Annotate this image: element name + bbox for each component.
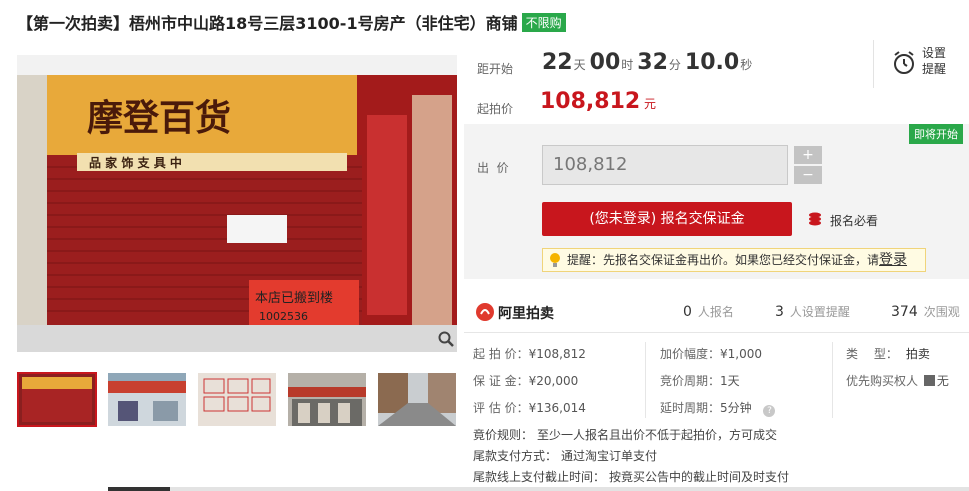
reminder-line-2: 提醒 — [922, 62, 947, 76]
decrease-bid-button[interactable]: − — [794, 166, 822, 184]
reminder-line-1: 设置 — [922, 46, 947, 60]
detail-increment-value: ¥1,000 — [720, 347, 763, 361]
set-reminder-button[interactable]: 设置 提醒 — [873, 40, 969, 88]
rule-bidding: 竟价规则： 至少一人报名且出价不低于起拍价，方可成交 — [473, 426, 777, 443]
auction-info-header: 阿里拍卖 0 人报名 3 人设置提醒 374 次围观 — [464, 292, 969, 333]
detail-cycle: 竞价周期：1天 — [660, 372, 740, 389]
reminder-count: 3 人设置提醒 — [775, 303, 850, 320]
rule-final-payment: 尾款支付方式： 通过淘宝订单支付 — [473, 447, 657, 464]
zoom-search-icon[interactable] — [437, 330, 455, 348]
detail-delay: 延时周期：5分钟 ? — [660, 399, 776, 417]
view-count-label: 次围观 — [923, 305, 960, 319]
start-price-label: 起拍价 — [477, 102, 514, 116]
detail-type-value: 拍卖 — [905, 347, 930, 361]
detail-appraisal: 评 估 价：¥136,014 — [473, 399, 586, 416]
auction-title-text: 【第一次拍卖】梧州市中山路18号三层3100-1号房产（非住宅）商铺 — [17, 14, 518, 33]
notice-phone: 1002536 — [259, 310, 308, 323]
horizontal-scrollbar-thumb[interactable] — [108, 487, 170, 491]
detail-type: 类 型： 拍卖 — [846, 345, 930, 362]
detail-delay-label: 延时周期： — [660, 401, 721, 415]
detail-type-label: 类 型： — [846, 347, 898, 361]
lightbulb-icon — [548, 252, 562, 275]
view-count-value: 374 — [891, 304, 918, 320]
detail-delay-value: 5分钟 — [720, 401, 752, 415]
start-price: 108,812 元 — [540, 89, 656, 114]
thumbnail-4[interactable] — [288, 373, 366, 426]
countdown-label: 距开始 — [477, 62, 514, 76]
status-badge: 即将开始 — [909, 124, 963, 144]
login-link[interactable]: 登录 — [879, 252, 907, 268]
notice-text: 本店已搬到楼 — [255, 291, 333, 306]
reminder-count-label: 人设置提醒 — [789, 305, 850, 319]
thumbnail-5[interactable] — [378, 373, 456, 426]
countdown-hours: 00 — [589, 50, 621, 75]
platform-name: 阿里拍卖 — [498, 306, 554, 322]
detail-increment: 加价幅度：¥1,000 — [660, 345, 762, 362]
shop-sign-subtext: 品 家 饰 支 具 中 — [89, 155, 182, 170]
rule-bidding-label: 竟价规则： — [473, 428, 534, 442]
detail-increment-label: 加价幅度： — [660, 347, 721, 361]
alarm-clock-icon — [892, 50, 916, 79]
rule-deadline-label: 尾款线上支付截止时间： — [473, 470, 606, 484]
no-purchase-limit-badge: 不限购 — [521, 13, 566, 32]
rule-final-payment-label: 尾款支付方式： — [473, 449, 558, 463]
detail-start-price-value: ¥108,812 — [528, 347, 586, 361]
bid-label: 出 价 — [477, 161, 509, 175]
detail-priority-label: 优先购买权人 — [846, 374, 919, 388]
bid-amount-input[interactable]: 108,812 — [542, 145, 788, 185]
detail-deposit: 保 证 金：¥20,000 — [473, 372, 578, 389]
detail-priority-value: 无 — [936, 374, 949, 388]
view-count: 374 次围观 — [891, 303, 960, 320]
countdown-timer: 22天 00时 32分 10.0秒 — [542, 50, 756, 75]
countdown-seconds-unit: 秒 — [740, 58, 753, 72]
detail-deposit-label: 保 证 金： — [473, 374, 529, 388]
help-question-icon[interactable]: ? — [763, 405, 776, 417]
signup-count-label: 人报名 — [697, 305, 734, 319]
deposit-reminder-tip: 提醒：先报名交保证金再出价。如果您已经交付保证金，请登录 — [542, 248, 926, 272]
thumbnail-3[interactable] — [198, 373, 276, 426]
countdown-hours-unit: 时 — [621, 58, 634, 72]
page-title: 【第一次拍卖】梧州市中山路18号三层3100-1号房产（非住宅）商铺 不限购 — [17, 10, 566, 34]
thumbnail-2[interactable] — [108, 373, 186, 426]
detail-appraisal-label: 评 估 价： — [473, 401, 529, 415]
horizontal-scrollbar-track[interactable] — [108, 487, 969, 491]
divider — [645, 342, 646, 418]
register-deposit-button[interactable]: (您未登录) 报名交保证金 — [542, 202, 792, 236]
tip-text: 提醒：先报名交保证金再出价。如果您已经交付保证金，请 — [567, 253, 880, 267]
rule-deadline-text: 按竟买公告中的截止时间及时支付 — [609, 470, 790, 484]
reminder-count-value: 3 — [775, 304, 784, 320]
countdown-minutes: 32 — [637, 50, 668, 75]
start-price-unit: 元 — [644, 97, 657, 111]
detail-cycle-value: 1天 — [720, 374, 740, 388]
signup-count: 0 人报名 — [683, 303, 734, 320]
detail-appraisal-value: ¥136,014 — [528, 401, 586, 415]
detail-start-price: 起 拍 价：¥108,812 — [473, 345, 586, 362]
divider — [832, 342, 833, 418]
detail-cycle-label: 竞价周期： — [660, 374, 721, 388]
countdown-days-unit: 天 — [573, 58, 586, 72]
info-square-icon[interactable] — [923, 375, 935, 386]
increase-bid-button[interactable]: + — [794, 146, 822, 164]
coins-icon — [808, 211, 826, 230]
countdown-minutes-unit: 分 — [668, 58, 681, 72]
detail-start-price-label: 起 拍 价： — [473, 347, 529, 361]
thumbnail-1[interactable] — [17, 372, 97, 427]
countdown-days: 22 — [542, 50, 573, 75]
registration-guide-link[interactable]: 报名必看 — [830, 212, 878, 229]
detail-deposit-value: ¥20,000 — [528, 374, 579, 388]
ali-auction-logo-icon — [475, 302, 495, 325]
signup-count-value: 0 — [683, 304, 692, 320]
rule-bidding-text: 至少一人报名且出价不低于起拍价，方可成交 — [537, 428, 778, 442]
shop-sign-text: 摩登百货 — [87, 97, 231, 139]
rule-deadline: 尾款线上支付截止时间： 按竟买公告中的截止时间及时支付 — [473, 468, 789, 485]
countdown-seconds: 10.0 — [684, 50, 740, 75]
main-property-image[interactable]: 摩登百货 品 家 饰 支 具 中 本店已搬到楼 1002536 — [17, 55, 457, 352]
detail-priority: 优先购买权人 无 — [846, 372, 949, 389]
start-price-value: 108,812 — [540, 89, 641, 114]
set-reminder-label: 设置 提醒 — [922, 45, 946, 77]
rule-final-payment-text: 通过淘宝订单支付 — [561, 449, 658, 463]
